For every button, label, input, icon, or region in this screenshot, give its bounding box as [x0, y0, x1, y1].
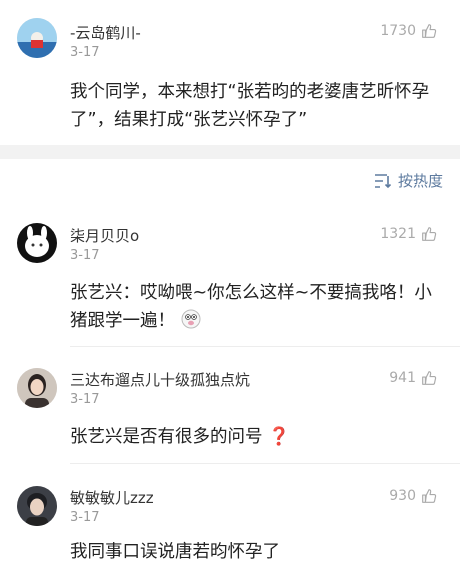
like-button[interactable]: 941: [389, 369, 438, 387]
sort-toggle[interactable]: 按热度: [374, 170, 443, 191]
thumbs-up-icon: [422, 227, 437, 241]
section-divider: [0, 145, 460, 159]
comment-date: 3-17: [70, 248, 100, 263]
divider: [70, 463, 460, 464]
comment-text: 张艺兴：哎呦喂~你怎么这样~不要搞我咯！小猪跟学一遍！: [70, 283, 432, 331]
divider: [70, 346, 460, 347]
thumbs-up-icon: [422, 24, 437, 38]
comment-content: 张艺兴：哎呦喂~你怎么这样~不要搞我咯！小猪跟学一遍！: [70, 279, 440, 335]
comment-text: 张艺兴是否有很多的问号: [70, 427, 263, 447]
avatar[interactable]: [17, 486, 57, 526]
like-count: 1730: [380, 23, 416, 39]
thumbs-up-icon: [422, 489, 437, 503]
pig-face-emoji: [181, 309, 201, 329]
question-mark-emoji: ❓: [268, 427, 290, 447]
username[interactable]: -云岛鹤川-: [70, 22, 141, 43]
avatar-image: [17, 486, 57, 526]
thumbs-up-icon: [422, 371, 437, 385]
like-count: 1321: [380, 226, 416, 242]
username[interactable]: 柒月贝贝o: [70, 225, 139, 246]
avatar[interactable]: [17, 368, 57, 408]
like-button[interactable]: 1321: [380, 225, 438, 243]
avatar-image: [17, 18, 57, 58]
sort-label: 按热度: [397, 172, 443, 190]
comment-content: 张艺兴是否有很多的问号 ❓: [70, 423, 440, 451]
comment-date: 3-17: [70, 510, 100, 525]
avatar[interactable]: [17, 223, 57, 263]
avatar-image: [17, 223, 57, 263]
username[interactable]: 敏敏敏儿zzz: [70, 487, 154, 508]
like-count: 941: [389, 370, 416, 386]
like-button[interactable]: 1730: [380, 22, 438, 40]
comment-text: 我个同学，本来想打“张若昀的老婆唐艺昕怀孕了”，结果打成“张艺兴怀孕了”: [70, 82, 430, 130]
comment-date: 3-17: [70, 392, 100, 407]
sort-icon: [374, 173, 392, 188]
like-button[interactable]: 930: [389, 487, 438, 505]
like-count: 930: [389, 488, 416, 504]
comment-date: 3-17: [70, 45, 100, 60]
username[interactable]: 三达布遛点儿十级孤独点炕: [70, 369, 250, 390]
avatar[interactable]: [17, 18, 57, 58]
comment-text: 我同事口误说唐若昀怀孕了: [70, 542, 280, 562]
avatar-image: [17, 368, 57, 408]
